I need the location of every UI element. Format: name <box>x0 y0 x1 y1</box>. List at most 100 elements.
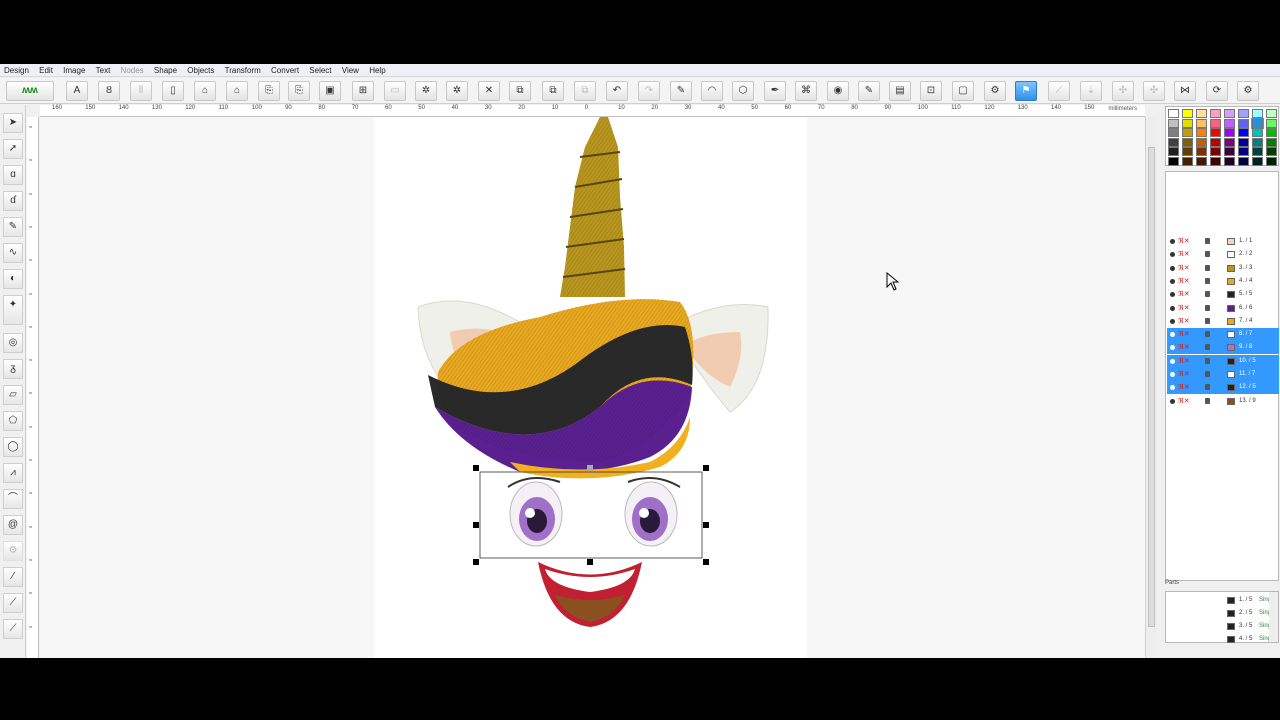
copy-icon[interactable]: ⧉ <box>542 81 564 101</box>
curve-icon[interactable]: ◠ <box>701 81 723 101</box>
object-row[interactable]: ℜ✕ 4. / 4 <box>1167 275 1279 288</box>
node-tool-icon[interactable]: ✎ <box>670 81 692 101</box>
object-row[interactable]: ℜ✕ 11. / 7 <box>1167 368 1279 381</box>
circle-icon[interactable]: ◯ <box>3 437 23 457</box>
visibility-eye-icon[interactable] <box>1170 358 1175 364</box>
vertical-scrollbar[interactable] <box>1145 117 1157 658</box>
palette-swatch[interactable] <box>1252 137 1263 147</box>
horn[interactable] <box>560 117 626 297</box>
select-arrow-icon[interactable]: ➤ <box>3 113 23 133</box>
move-up-icon[interactable]: ✣ <box>1143 81 1165 101</box>
visibility-eye-icon[interactable] <box>1170 385 1175 391</box>
settings-icon[interactable]: ⚙ <box>1237 81 1259 101</box>
pen-icon[interactable]: ✒ <box>764 81 786 101</box>
palette-swatch[interactable] <box>1196 137 1207 147</box>
palette-swatch[interactable] <box>1196 109 1207 118</box>
measure-icon[interactable]: ⟋ <box>3 619 23 639</box>
rectangle-icon[interactable]: ▱ <box>3 385 23 405</box>
palette-swatch[interactable] <box>1182 128 1193 137</box>
visibility-eye-icon[interactable] <box>1170 345 1175 351</box>
rotate-icon[interactable]: ⟳ <box>1206 81 1228 101</box>
mouth[interactable] <box>538 562 642 627</box>
palette-swatch[interactable] <box>1168 128 1179 137</box>
palette-swatch[interactable] <box>1196 118 1207 128</box>
object-color-swatch[interactable] <box>1227 371 1235 378</box>
deselect-icon[interactable]: ▭ <box>384 81 406 101</box>
hoop-icon[interactable]: ⋈ <box>1174 81 1196 101</box>
lock-icon[interactable] <box>1205 331 1210 338</box>
lock-icon[interactable] <box>1205 384 1210 391</box>
group-icon[interactable]: ✲ <box>446 81 468 101</box>
palette-swatch[interactable] <box>1266 147 1277 156</box>
open-file-icon[interactable]: ⌂ <box>194 81 216 101</box>
zigzag-icon[interactable]: ⩘ <box>3 463 23 483</box>
export-icon[interactable]: ⎘ <box>288 81 310 101</box>
line-icon[interactable]: ⟋ <box>1048 81 1070 101</box>
lock-icon[interactable] <box>1205 357 1210 364</box>
lock-icon[interactable] <box>1205 238 1210 244</box>
lock-icon[interactable] <box>1205 344 1210 351</box>
menu-select[interactable]: Select <box>305 64 335 77</box>
right-eye[interactable] <box>624 477 681 547</box>
visibility-eye-icon[interactable] <box>1170 372 1175 377</box>
cut-icon[interactable]: ✲ <box>415 81 437 101</box>
part-row[interactable]: 2. / 5 Sing <box>1167 607 1271 620</box>
weave-icon[interactable]: ᵹ <box>3 359 23 379</box>
palette-swatch[interactable] <box>1224 156 1235 166</box>
stitch-mode-icon[interactable]: ʍʍ <box>6 81 54 101</box>
menu-shape[interactable]: Shape <box>150 64 181 77</box>
sequence-icon[interactable]: ⚙ <box>984 81 1006 101</box>
delete-icon[interactable]: ✕ <box>478 81 500 101</box>
object-row[interactable]: ℜ✕ 3. / 3 <box>1167 262 1279 275</box>
object-color-swatch[interactable] <box>1227 304 1235 312</box>
object-row[interactable]: ℜ✕ 9. / 8 <box>1167 341 1279 355</box>
palette-swatch[interactable] <box>1196 128 1207 137</box>
save-icon[interactable]: ▣ <box>319 81 341 101</box>
menu-view[interactable]: View <box>338 64 363 77</box>
parts-scrollbar[interactable] <box>1269 592 1278 642</box>
object-row[interactable]: ℜ✕ 5. / 5 <box>1167 288 1279 301</box>
menu-convert[interactable]: Convert <box>267 64 303 77</box>
unicorn-design[interactable] <box>40 117 1145 658</box>
new-file-icon[interactable]: ▯ <box>162 81 184 101</box>
lock-icon[interactable] <box>1205 277 1210 284</box>
undo-icon[interactable]: ↶ <box>606 81 628 101</box>
import-icon[interactable]: ⎘ <box>258 81 280 101</box>
duplicate-icon[interactable]: ⧉ <box>509 81 531 101</box>
lock-icon[interactable] <box>1205 264 1210 271</box>
palette-swatch[interactable] <box>1210 128 1221 137</box>
palette-swatch[interactable] <box>1210 156 1221 166</box>
fill-icon[interactable]: ◉ <box>827 81 849 101</box>
node-select-icon[interactable]: ➚ <box>3 139 23 159</box>
properties-icon[interactable]: ▤ <box>889 81 911 101</box>
palette-swatch[interactable] <box>1252 147 1263 156</box>
part-row[interactable]: 1. / 5 Sing <box>1167 594 1271 607</box>
zoom-fit-icon[interactable]: ⊡ <box>920 81 942 101</box>
lock-icon[interactable] <box>1205 251 1210 258</box>
palette-swatch[interactable] <box>1210 109 1221 118</box>
redo-icon[interactable]: ↷ <box>638 81 660 101</box>
palette-swatch[interactable] <box>1238 156 1249 166</box>
palette-swatch[interactable] <box>1168 109 1179 118</box>
object-row[interactable]: ℜ✕ 1. / 1 <box>1167 235 1279 248</box>
palette-swatch[interactable] <box>1168 118 1179 128</box>
palette-swatch[interactable] <box>1182 118 1193 128</box>
design-canvas[interactable] <box>40 117 1145 658</box>
palette-swatch[interactable] <box>1210 137 1221 147</box>
palette-swatch[interactable] <box>1238 118 1249 128</box>
knife-icon[interactable]: ⟋ <box>3 593 23 613</box>
text-tool-icon[interactable]: A <box>66 81 88 101</box>
palette-swatch[interactable] <box>1168 137 1179 147</box>
lock-icon[interactable] <box>1205 317 1210 324</box>
shape-icon[interactable]: ⬡ <box>732 81 754 101</box>
object-color-swatch[interactable] <box>1227 397 1235 405</box>
object-row[interactable]: ℜ✕ 2. / 2 <box>1167 248 1279 261</box>
palette-swatch[interactable] <box>1182 147 1193 156</box>
open-folder-icon[interactable]: ⌂ <box>226 81 248 101</box>
palette-swatch[interactable] <box>1224 137 1235 147</box>
needle-icon[interactable]: ɗ <box>3 191 23 211</box>
menu-objects[interactable]: Objects <box>183 64 218 77</box>
object-color-swatch[interactable] <box>1227 357 1235 365</box>
visibility-eye-icon[interactable] <box>1170 398 1175 404</box>
palette-swatch[interactable] <box>1196 147 1207 156</box>
